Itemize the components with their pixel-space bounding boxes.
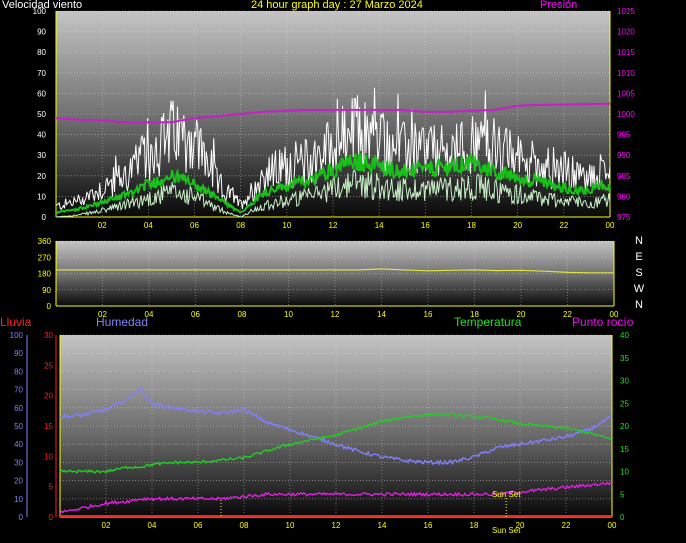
humidity-y-tick: 70 (14, 386, 23, 395)
humidity-y-tick: 100 (10, 331, 24, 340)
pressure-y-tick: 1015 (617, 48, 635, 57)
compass-label: N (635, 235, 643, 247)
humidity-y-tick: 40 (14, 440, 23, 449)
rain-y-tick: 20 (44, 392, 53, 401)
humidity-y-tick: 20 (14, 477, 23, 486)
rain-y-tick: 10 (44, 452, 53, 461)
wind-y-tick: 30 (37, 151, 46, 160)
humidity-panel-x-tick: 04 (148, 521, 157, 530)
sunset-label: Sun Set (492, 490, 521, 499)
wind-panel-x-tick: 02 (98, 221, 107, 230)
rain-y-tick: 5 (49, 483, 54, 492)
humidity-y-tick: 0 (19, 513, 24, 522)
pressure-y-tick: 995 (617, 131, 631, 140)
wind-y-tick: 80 (37, 48, 46, 57)
wind-y-tick: 20 (37, 172, 46, 181)
date-title: 24 hour graph day : 27 Marzo 2024 (251, 0, 423, 11)
compass-label: S (635, 267, 642, 279)
compass-label: W (634, 283, 645, 295)
wind-title: Velocidad viento (2, 0, 83, 11)
humidity-y-tick: 10 (14, 495, 23, 504)
rain-y-tick: 30 (44, 331, 53, 340)
wind-panel-x-tick: 10 (282, 221, 291, 230)
rain-y-tick: 25 (44, 361, 53, 370)
pressure-y-tick: 980 (617, 192, 631, 201)
direction-panel-x-tick: 12 (331, 310, 340, 319)
pressure-y-tick: 975 (617, 213, 631, 222)
direction-y-tick: 180 (38, 270, 52, 279)
temperature-y-tick: 35 (620, 354, 629, 363)
direction-panel-x-tick: 14 (377, 310, 386, 319)
humidity-y-tick: 80 (14, 367, 23, 376)
wind-y-tick: 90 (37, 28, 46, 37)
humidity-y-tick: 30 (14, 458, 23, 467)
temperature-y-tick: 0 (620, 513, 625, 522)
wind-y-tick: 60 (37, 89, 46, 98)
wind-panel-x-tick: 00 (606, 221, 615, 230)
temperature-title: Temperatura (454, 315, 522, 329)
direction-y-tick: 90 (42, 286, 51, 295)
wind-panel-x-tick: 22 (559, 221, 568, 230)
wind-y-tick: 0 (42, 213, 47, 222)
humidity-y-tick: 90 (14, 349, 23, 358)
wind-y-tick: 50 (37, 110, 46, 119)
wind-y-tick: 40 (37, 131, 46, 140)
temperature-y-tick: 15 (620, 445, 629, 454)
humidity-panel-x-tick: 06 (194, 521, 203, 530)
pressure-y-tick: 1020 (617, 28, 635, 37)
temperature-y-tick: 30 (620, 377, 629, 386)
sunset-label-bottom: Sun Set (492, 526, 521, 535)
direction-panel-x-tick: 06 (191, 310, 200, 319)
humidity-panel-x-tick: 02 (102, 521, 111, 530)
wind-panel-x-tick: 18 (467, 221, 476, 230)
humidity-panel-x-tick: 12 (332, 521, 341, 530)
humidity-panel-x-tick: 14 (378, 521, 387, 530)
wind-panel-x-tick: 04 (144, 221, 153, 230)
compass-label: N (635, 299, 643, 311)
humidity-panel-x-tick: 08 (240, 521, 249, 530)
temperature-y-tick: 5 (620, 490, 625, 499)
weather-chart: 02 04 06 08 10 12 14 16 18 20 22 000102030405060708… (10, 7, 645, 535)
direction-panel-x-tick: 16 (424, 310, 433, 319)
dewpoint-title: Punto rocío (572, 315, 634, 329)
direction-panel-x-tick: 10 (284, 310, 293, 319)
humidity-y-tick: 50 (14, 422, 23, 431)
wind-panel-x-tick: 20 (513, 221, 522, 230)
humidity-panel-x-tick: 18 (470, 521, 479, 530)
humidity-panel-x-tick: 10 (286, 521, 295, 530)
temperature-y-tick: 20 (620, 422, 629, 431)
wind-panel-x-tick: 14 (375, 221, 384, 230)
wind-panel-x-tick: 06 (190, 221, 199, 230)
wind-panel-x-tick: 12 (329, 221, 338, 230)
pressure-y-tick: 1005 (617, 89, 635, 98)
pressure-title: Presión (540, 0, 578, 11)
direction-y-tick: 360 (38, 237, 52, 246)
humidity-title: Humedad (96, 315, 149, 329)
pressure-y-tick: 990 (617, 151, 631, 160)
humidity-panel-x-tick: 16 (424, 521, 433, 530)
wind-panel-x-tick: 08 (236, 221, 245, 230)
rain-y-tick: 0 (49, 513, 54, 522)
rain-y-tick: 15 (44, 422, 53, 431)
humidity-panel-x-tick: 00 (608, 521, 617, 530)
temperature-y-tick: 25 (620, 399, 629, 408)
direction-y-tick: 270 (38, 253, 52, 262)
direction-panel-x-tick: 08 (238, 310, 247, 319)
wind-panel-x-tick: 16 (421, 221, 430, 230)
wind-y-tick: 10 (37, 192, 46, 201)
humidity-y-tick: 60 (14, 404, 23, 413)
humidity-panel-x-tick: 22 (562, 521, 571, 530)
temperature-y-tick: 40 (620, 331, 629, 340)
temperature-y-tick: 10 (620, 468, 629, 477)
pressure-y-tick: 1000 (617, 110, 635, 119)
pressure-y-tick: 985 (617, 172, 631, 181)
rain-title: Lluvia (0, 315, 32, 329)
direction-y-tick: 0 (47, 302, 52, 311)
pressure-y-tick: 1025 (617, 7, 635, 16)
wind-y-tick: 70 (37, 69, 46, 78)
compass-label: E (635, 251, 642, 263)
pressure-y-tick: 1010 (617, 69, 635, 78)
